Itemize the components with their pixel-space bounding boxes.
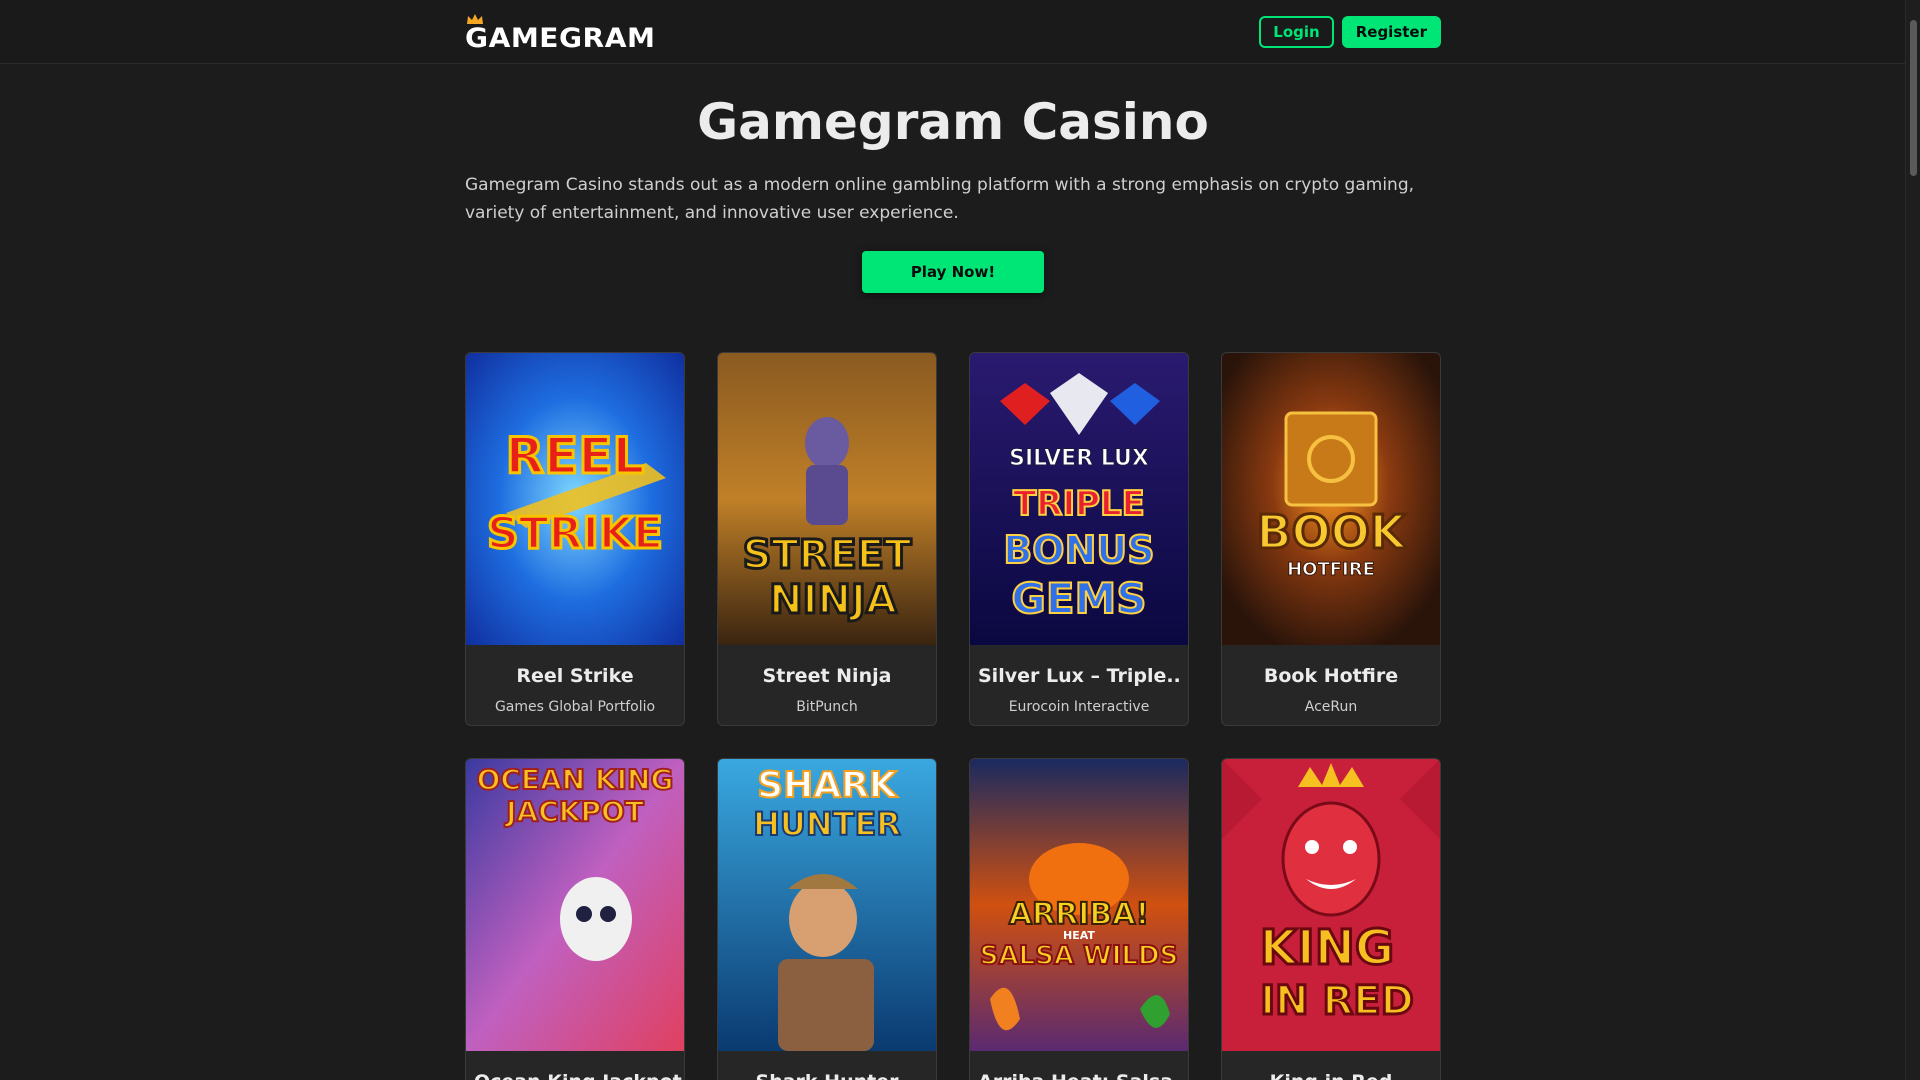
game-thumbnail[interactable]: ARRIBA! HEAT SALSA WILDS: [970, 759, 1188, 1051]
game-card[interactable]: BOOK HOTFIRE Book Hotfire AceRun: [1221, 352, 1441, 726]
login-button[interactable]: Login: [1259, 16, 1334, 48]
game-provider: Eurocoin Interactive: [1008, 699, 1150, 715]
game-card[interactable]: SHARK HUNTER Shark Hunter: [717, 758, 937, 1080]
game-title: Reel Strike: [516, 665, 634, 687]
register-button[interactable]: Register: [1341, 16, 1441, 48]
game-card[interactable]: STREET NINJA Street Ninja BitPunch: [717, 352, 937, 726]
art-text: NINJA: [769, 577, 897, 623]
scrollbar-thumb[interactable]: [1910, 20, 1917, 176]
game-provider: AceRun: [1304, 699, 1358, 715]
art-text: KING: [1260, 920, 1395, 976]
page: GAMEGRAM Login Register Gamegram Casino …: [0, 0, 1920, 1080]
art-text: GEMS: [1011, 574, 1146, 623]
game-thumbnail[interactable]: SILVER LUX TRIPLE BONUS GEMS: [970, 353, 1188, 645]
art-text: REEL: [506, 427, 645, 485]
art-text: SALSA WILDS: [980, 941, 1179, 971]
top-nav: GAMEGRAM Login Register: [0, 0, 1905, 64]
game-card[interactable]: SILVER LUX TRIPLE BONUS GEMS Silver Lux …: [969, 352, 1189, 726]
game-title: Ocean King Jackpot: [466, 1071, 684, 1080]
art-text: HOTFIRE: [1287, 559, 1375, 580]
logo[interactable]: GAMEGRAM: [465, 12, 655, 52]
art-text: BOOK: [1257, 505, 1408, 559]
art-text: SILVER LUX: [1009, 446, 1149, 471]
game-thumbnail[interactable]: BOOK HOTFIRE: [1222, 353, 1440, 645]
art-text: ARRIBA!: [1009, 897, 1149, 932]
game-title: Shark Hunter: [718, 1071, 936, 1080]
art-text: IN RED: [1260, 978, 1414, 1024]
game-card[interactable]: OCEAN KING JACKPOT Ocean King Jackpot: [465, 758, 685, 1080]
game-grid: REEL STRIKE Reel Strike Games Global Por…: [465, 352, 1441, 1080]
logo-text: GAMEGRAM: [465, 23, 656, 54]
game-card[interactable]: ARRIBA! HEAT SALSA WILDS Arriba Heat: Sa…: [969, 758, 1189, 1080]
auth-buttons: Login Register: [1259, 16, 1441, 48]
art-text: SHARK: [757, 765, 898, 806]
game-thumbnail[interactable]: OCEAN KING JACKPOT: [466, 759, 684, 1051]
hero-description: Gamegram Casino stands out as a modern o…: [465, 175, 1415, 223]
hero: Gamegram Casino Gamegram Casino stands o…: [465, 64, 1441, 293]
game-title: Book Hotfire: [1263, 665, 1399, 687]
art-text: STREET: [743, 532, 913, 578]
art-text: JACKPOT: [504, 795, 644, 828]
game-title: Silver Lux – Triple..: [978, 665, 1181, 687]
game-thumbnail[interactable]: KING IN RED: [1222, 759, 1440, 1051]
art-text: BONUS: [1003, 528, 1154, 572]
game-card[interactable]: KING IN RED King in Red: [1221, 758, 1441, 1080]
art-text: STRIKE: [487, 508, 663, 559]
game-title: Arriba Heat: Salsa..: [970, 1071, 1188, 1080]
game-provider: Games Global Portfolio: [494, 699, 656, 715]
art-text: TRIPLE: [1013, 484, 1145, 524]
game-thumbnail[interactable]: STREET NINJA: [718, 353, 936, 645]
vertical-scrollbar[interactable]: [1905, 0, 1920, 1080]
art-text: HUNTER: [753, 805, 901, 843]
game-thumbnail[interactable]: SHARK HUNTER: [718, 759, 936, 1051]
game-card[interactable]: REEL STRIKE Reel Strike Games Global Por…: [465, 352, 685, 726]
game-title: Street Ninja: [762, 665, 892, 687]
play-now-button[interactable]: Play Now!: [862, 251, 1044, 293]
art-text: OCEAN KING: [477, 763, 674, 796]
game-provider: BitPunch: [796, 699, 858, 715]
page-title: Gamegram Casino: [697, 93, 1209, 151]
game-title: King in Red: [1222, 1071, 1440, 1080]
game-thumbnail[interactable]: REEL STRIKE: [466, 353, 684, 645]
